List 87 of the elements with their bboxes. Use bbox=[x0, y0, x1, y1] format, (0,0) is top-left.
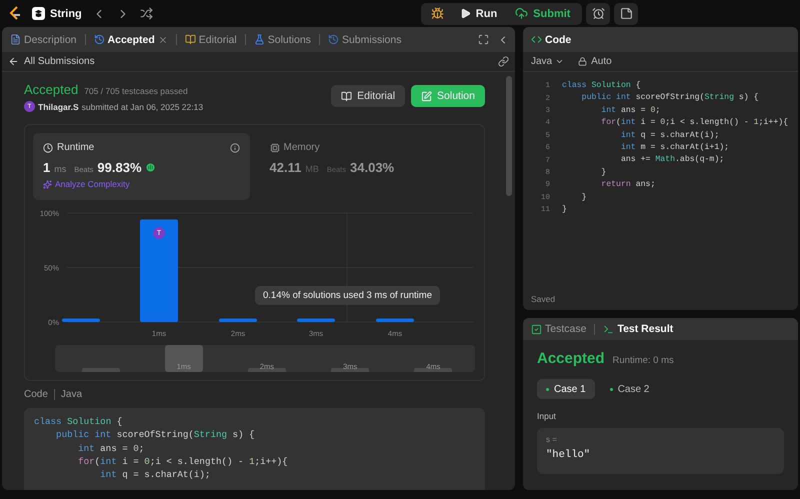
code-line: public int scoreOfString(String s) { bbox=[580, 92, 759, 104]
beats-value: 99.83% bbox=[97, 160, 142, 175]
edit-icon bbox=[421, 90, 432, 102]
alarm-clock-icon bbox=[592, 7, 605, 20]
code-line: public int scoreOfString(String s) { bbox=[55, 428, 256, 442]
code-line: for(int i = 0;i < s.length() - 1;i++){ bbox=[600, 117, 788, 130]
stat-unit: ms bbox=[54, 164, 66, 174]
clock-icon bbox=[43, 142, 53, 152]
stat-title: Runtime bbox=[57, 142, 94, 153]
lock-icon bbox=[578, 57, 588, 66]
input-label: Input bbox=[537, 411, 557, 421]
stat-title: Memory bbox=[284, 142, 320, 153]
play-icon bbox=[460, 8, 471, 19]
code-line: class Solution { bbox=[34, 415, 124, 428]
user-name[interactable]: Thilagar.S bbox=[38, 102, 79, 112]
editorial-button[interactable]: Editorial bbox=[331, 85, 406, 107]
back-link[interactable]: All Submissions bbox=[8, 56, 95, 67]
code-icon bbox=[531, 34, 542, 45]
language-dropdown[interactable]: Java bbox=[531, 56, 564, 67]
info-icon[interactable] bbox=[230, 142, 240, 152]
logo-icon[interactable] bbox=[8, 6, 22, 22]
auto-mode[interactable]: Auto bbox=[578, 56, 612, 67]
code-line: ans += Math.abs(q-m); bbox=[620, 154, 724, 166]
terminal-icon bbox=[603, 324, 614, 334]
code-line: class Solution { bbox=[562, 80, 641, 92]
code-line: } bbox=[562, 204, 567, 216]
chip-icon bbox=[270, 142, 280, 152]
notes-button[interactable] bbox=[614, 2, 638, 24]
checkbox-icon bbox=[531, 324, 542, 334]
saved-status: Saved bbox=[530, 294, 556, 306]
stat-value: 42.11 bbox=[270, 160, 302, 175]
close-icon[interactable] bbox=[158, 34, 168, 44]
code-line: int q = s.charAt(i); bbox=[99, 468, 212, 482]
code-line: int m = s.charAt(i+1); bbox=[620, 142, 730, 154]
runtime-text: Runtime: 0 ms bbox=[612, 355, 674, 366]
shuffle-icon[interactable] bbox=[140, 7, 153, 20]
chart-tooltip: 0.14% of solutions used 3 ms of runtime bbox=[255, 286, 440, 305]
fullscreen-icon[interactable] bbox=[478, 34, 489, 44]
code-line: int q = s.charAt(i); bbox=[620, 130, 720, 142]
problem-list-title[interactable]: String bbox=[50, 8, 82, 20]
scrollbar[interactable] bbox=[506, 76, 512, 196]
code-label: Code bbox=[24, 389, 48, 400]
chevron-down-icon bbox=[555, 57, 564, 66]
input-name: s = bbox=[546, 435, 558, 444]
code-line: return ans; bbox=[600, 179, 656, 192]
code-line: int ans = 0; bbox=[600, 104, 660, 117]
link-icon[interactable] bbox=[498, 56, 509, 67]
cloud-upload-icon bbox=[515, 7, 528, 20]
code-line: for(int i = 0;i < s.length() - 1;i++){ bbox=[77, 454, 289, 468]
input-value: "hello" bbox=[546, 449, 592, 461]
code-line: } bbox=[580, 192, 587, 204]
alarm-button[interactable] bbox=[586, 2, 610, 24]
problem-list-icon bbox=[32, 7, 45, 20]
verdict-text: Accepted bbox=[537, 350, 605, 367]
sparkles-icon bbox=[43, 180, 52, 188]
run-button[interactable]: Run bbox=[452, 2, 506, 24]
status-text: Accepted bbox=[24, 82, 78, 97]
testcases-text: 705 / 705 testcases passed bbox=[84, 86, 188, 96]
panel-tab[interactable]: Accepted bbox=[92, 34, 170, 46]
book-icon bbox=[341, 90, 352, 102]
book-icon bbox=[184, 34, 196, 45]
beats-value: 34.03% bbox=[350, 160, 394, 175]
history-icon bbox=[328, 34, 339, 45]
panel-tab[interactable]: Submissions bbox=[326, 34, 404, 46]
history-icon bbox=[94, 34, 105, 45]
dot-icon bbox=[610, 388, 613, 390]
code-tab[interactable]: Code bbox=[529, 34, 574, 46]
language-label: Java bbox=[60, 389, 82, 400]
code-line: } bbox=[600, 166, 606, 179]
case-tab[interactable]: Case 1 bbox=[537, 379, 595, 399]
arrow-left-icon bbox=[8, 56, 19, 67]
panel-tab[interactable]: Testcase bbox=[529, 323, 588, 335]
case-tab[interactable]: Case 2 bbox=[600, 379, 658, 399]
submit-button[interactable]: Submit bbox=[507, 2, 578, 24]
dot-icon bbox=[546, 388, 549, 390]
panel-tab[interactable]: Description bbox=[8, 34, 79, 46]
stat-value: 1 bbox=[43, 160, 50, 175]
flask-icon bbox=[254, 34, 265, 45]
panel-tab[interactable]: Solutions bbox=[252, 34, 313, 46]
analyze-link[interactable]: Analyze Complexity bbox=[43, 179, 240, 189]
code-line: int ans = 0; bbox=[77, 442, 146, 455]
bug-icon[interactable] bbox=[430, 7, 444, 20]
submitted-text: submitted at Jan 06, 2025 22:13 bbox=[82, 102, 204, 112]
panel-tab[interactable]: Test Result bbox=[601, 323, 676, 335]
note-icon bbox=[620, 7, 633, 20]
panel-tab[interactable]: Editorial bbox=[182, 34, 239, 46]
document-icon bbox=[10, 34, 21, 45]
